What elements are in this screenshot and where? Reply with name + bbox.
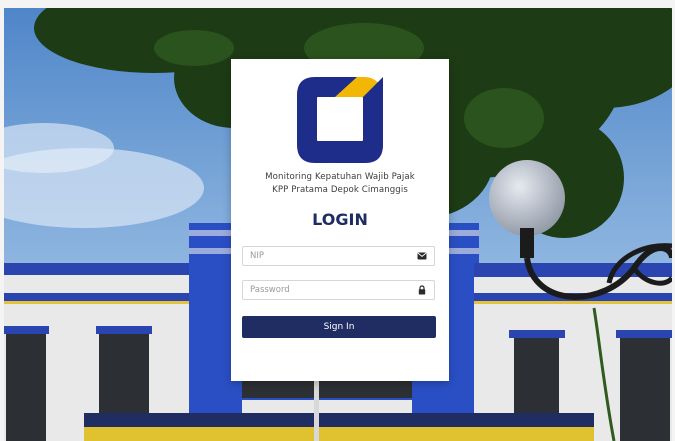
nip-field: [242, 246, 435, 266]
app-name-line1: Monitoring Kepatuhan Wajib Pajak: [265, 172, 415, 182]
sign-in-button[interactable]: Sign In: [242, 316, 436, 338]
password-field: [242, 280, 435, 300]
envelope-icon: [417, 252, 427, 260]
login-title: LOGIN: [312, 210, 368, 229]
password-input[interactable]: [243, 281, 415, 299]
login-card: Monitoring Kepatuhan Wajib Pajak KPP Pra…: [231, 59, 449, 381]
app-name-line2: KPP Pratama Depok Cimanggis: [272, 185, 408, 195]
app-logo-icon: [297, 77, 383, 163]
lock-icon: [418, 285, 426, 295]
screen-frame: Monitoring Kepatuhan Wajib Pajak KPP Pra…: [4, 8, 672, 441]
nip-input[interactable]: [243, 247, 415, 265]
